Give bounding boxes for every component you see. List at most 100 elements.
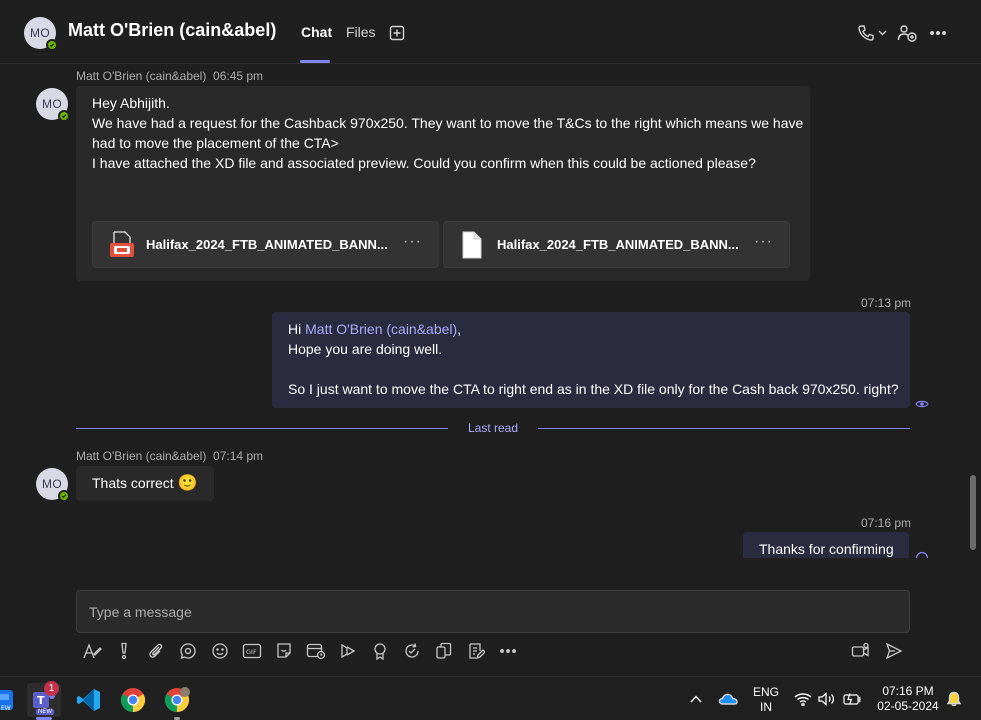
available-status-icon — [58, 110, 70, 122]
chevron-down-icon[interactable] — [877, 28, 887, 38]
message-text: Thats correct — [92, 475, 174, 491]
xd-file-icon — [109, 231, 135, 262]
more-icon[interactable]: ··· — [754, 233, 773, 251]
avatar-initials: MO — [42, 97, 62, 111]
volume-icon[interactable] — [818, 690, 836, 708]
avatar[interactable]: MO — [36, 468, 70, 502]
clock-date: 02-05-2024 — [877, 699, 939, 713]
svg-text:EW: EW — [1, 705, 11, 712]
region-code: IN — [760, 700, 772, 714]
chrome-app-icon[interactable] — [116, 683, 150, 717]
language-code: ENG — [752, 685, 779, 699]
tab-files[interactable]: Files — [346, 24, 376, 40]
updates-icon[interactable] — [465, 640, 487, 662]
format-icon[interactable] — [81, 640, 103, 662]
more-icon[interactable] — [497, 640, 519, 662]
emoji-icon[interactable] — [209, 640, 231, 662]
important-icon[interactable] — [113, 640, 135, 662]
message-text: I have attached the XD file and associat… — [92, 155, 756, 171]
teams-app-icon[interactable]: T 1 NEW — [27, 681, 61, 717]
notification-bell-icon[interactable] — [945, 690, 963, 708]
attach-icon[interactable] — [145, 640, 167, 662]
language-indicator[interactable]: ENG IN — [750, 685, 782, 715]
last-read-label: Last read — [467, 421, 519, 435]
video-clip-icon[interactable] — [850, 640, 872, 662]
avatar[interactable]: MO — [24, 17, 58, 51]
chrome-profile-app-icon[interactable] — [160, 683, 194, 717]
message-time: 07:16 pm — [861, 516, 912, 530]
smile-emoji-icon: 🙂 — [177, 475, 198, 492]
message-time: 06:45 pm — [213, 69, 264, 83]
svg-text:GIF: GIF — [246, 648, 257, 656]
approvals-icon[interactable] — [401, 640, 423, 662]
message-time: 07:13 pm — [861, 296, 912, 310]
message-meta: Matt O'Brien (cain&abel) 06:45 pm — [76, 69, 263, 83]
sticker-icon[interactable] — [273, 640, 295, 662]
tab-chat[interactable]: Chat — [301, 24, 332, 40]
file-name: Halifax_2024_FTB_ANIMATED_BANN... — [497, 237, 739, 252]
message-text: We have had a request for the Cashback 9… — [92, 115, 804, 131]
message-text: Hope you are doing well. — [288, 341, 443, 357]
mention-link[interactable]: Matt O'Brien (cain&abel) — [305, 321, 457, 337]
add-people-icon[interactable] — [896, 23, 918, 43]
clock[interactable]: 07:16 PM 02-05-2024 — [870, 684, 946, 714]
wifi-icon[interactable] — [794, 690, 812, 708]
call-icon[interactable] — [856, 23, 876, 43]
sent-status-icon — [915, 551, 929, 558]
onedrive-icon[interactable] — [717, 690, 739, 708]
divider-line — [76, 428, 448, 429]
vscode-app-icon[interactable] — [72, 683, 106, 717]
windows-taskbar: EW T 1 NEW ENG IN 07:16 PM 02-05-2024 — [0, 676, 981, 720]
divider-line — [538, 428, 910, 429]
avatar[interactable]: MO — [36, 88, 70, 122]
message-text: So I just want to move the CTA to right … — [288, 381, 899, 397]
outlook-app-icon[interactable]: EW — [0, 683, 18, 717]
new-label: NEW — [36, 709, 54, 715]
avatar-initials: MO — [30, 26, 50, 40]
message-compose-box[interactable] — [76, 590, 910, 633]
avatar-initials: MO — [42, 477, 62, 491]
message-bubble[interactable]: Hi Matt O'Brien (cain&abel), Hope you ar… — [272, 312, 910, 408]
file-attachment[interactable]: Halifax_2024_FTB_ANIMATED_BANN... ··· — [92, 221, 439, 268]
message-meta: Matt O'Brien (cain&abel) 07:14 pm — [76, 449, 263, 463]
message-text: Hi Matt O'Brien (cain&abel), — [288, 319, 899, 339]
message-bubble[interactable]: Thats correct 🙂 — [76, 466, 214, 501]
message-text: Hey Abhijith. — [92, 95, 170, 111]
message-list[interactable]: Matt O'Brien (cain&abel) 06:45 pm MO Hey… — [0, 65, 970, 558]
stream-icon[interactable] — [337, 640, 359, 662]
seen-eye-icon — [915, 396, 929, 412]
message-bubble[interactable]: Hey Abhijith. We have had a request for … — [76, 86, 810, 281]
gif-icon[interactable]: GIF — [241, 640, 263, 662]
svg-text:T: T — [37, 694, 45, 707]
file-attachment[interactable]: Halifax_2024_FTB_ANIMATED_BANN... ··· — [443, 221, 790, 268]
more-options-icon[interactable] — [928, 24, 948, 42]
message-text: Thanks for confirming — [759, 541, 894, 557]
generic-file-icon — [460, 231, 484, 262]
available-status-icon — [58, 490, 70, 502]
punctuation-text: , — [457, 321, 462, 337]
schedule-meeting-icon[interactable] — [305, 640, 327, 662]
praise-icon[interactable] — [369, 640, 391, 662]
battery-charging-icon[interactable] — [842, 690, 862, 708]
add-tab-icon[interactable] — [388, 24, 406, 42]
sender-name: Matt O'Brien (cain&abel) — [76, 449, 207, 463]
chat-title[interactable]: Matt O'Brien (cain&abel) — [68, 20, 276, 41]
sender-name: Matt O'Brien (cain&abel) — [76, 69, 207, 83]
loop-icon[interactable] — [177, 640, 199, 662]
message-text: had to move the placement of the CTA> — [92, 135, 339, 151]
chat-header: MO Matt O'Brien (cain&abel) Chat Files — [0, 0, 981, 64]
message-input[interactable] — [89, 602, 889, 622]
notification-badge: 1 — [44, 681, 59, 696]
message-bubble[interactable]: Thanks for confirming — [743, 532, 909, 558]
message-time: 07:14 pm — [213, 449, 264, 463]
clock-time: 07:16 PM — [882, 684, 934, 698]
send-icon[interactable] — [883, 640, 905, 662]
apps-icon[interactable] — [433, 640, 455, 662]
chevron-up-icon[interactable] — [688, 691, 704, 707]
file-name: Halifax_2024_FTB_ANIMATED_BANN... — [146, 237, 388, 252]
greeting-text: Hi — [288, 321, 306, 337]
more-icon[interactable]: ··· — [403, 233, 422, 251]
scrollbar-thumb[interactable] — [970, 475, 976, 550]
active-tab-indicator — [300, 60, 330, 63]
